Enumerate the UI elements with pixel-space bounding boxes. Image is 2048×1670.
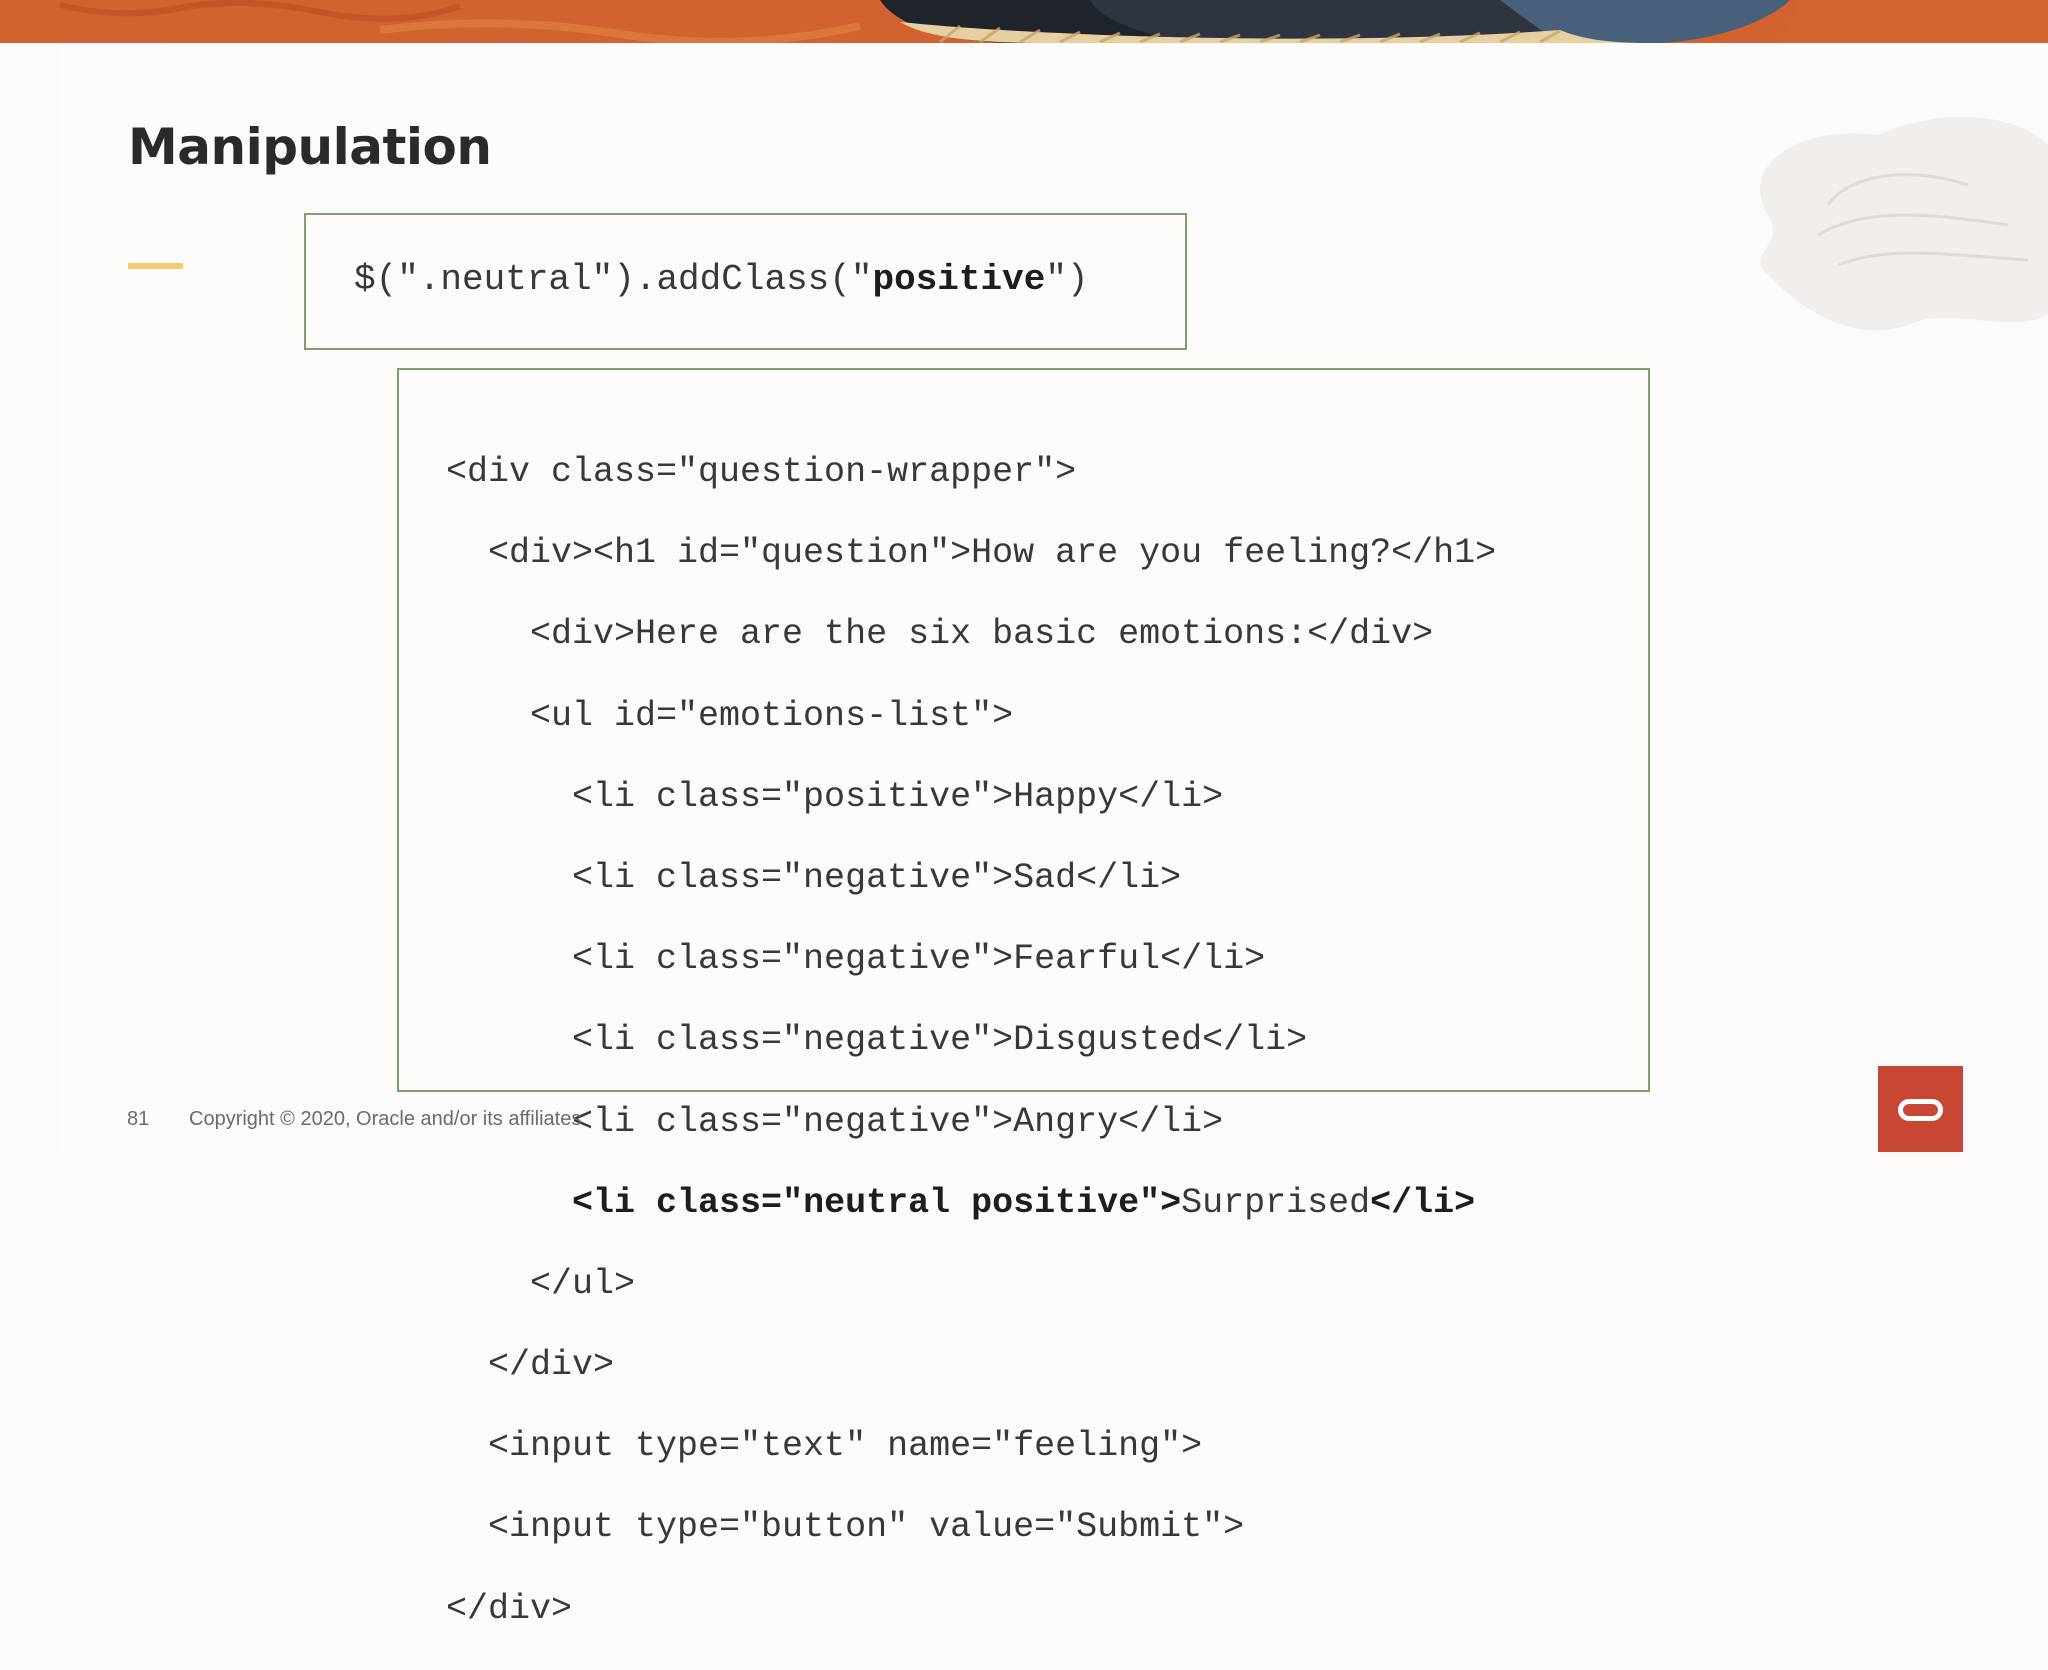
left-panel-tint <box>60 43 170 1152</box>
code-line: <li class="negative">Disgusted</li> <box>446 1020 1308 1061</box>
jquery-code-prefix: $(".neutral").addClass(" <box>354 259 873 300</box>
accent-bar <box>128 263 183 269</box>
jquery-code-suffix: ") <box>1045 259 1089 300</box>
highlighted-code-line: <li class="neutral positive">Surprised</… <box>446 1183 1648 1224</box>
code-line: <li class="negative">Sad</li> <box>446 857 1182 898</box>
oracle-logo-icon <box>1878 1066 1963 1152</box>
decorative-banner <box>0 0 2048 43</box>
highlight-indent <box>446 1183 572 1223</box>
code-line: <div>Here are the six basic emotions:</d… <box>446 614 1434 655</box>
page-number: 81 <box>127 1108 150 1130</box>
code-line: </div> <box>446 1588 573 1629</box>
code-line: <li class="negative">Fearful</li> <box>446 939 1266 980</box>
jquery-code-box: $(".neutral").addClass("positive") <box>304 213 1187 350</box>
jquery-code-emphasis: positive <box>872 259 1046 300</box>
code-line: <ul id="emotions-list"> <box>446 695 1014 736</box>
highlight-open-tag: <li class="neutral positive"> <box>572 1182 1182 1223</box>
highlight-close-tag: </li> <box>1370 1182 1476 1223</box>
html-code-box: <div class="question-wrapper"> <div><h1 … <box>397 368 1650 1629</box>
code-line: <input type="button" value="Submit"> <box>446 1507 1245 1548</box>
code-line: <li class="positive">Happy</li> <box>446 776 1224 817</box>
code-line: <div><h1 id="question">How are you feeli… <box>446 533 1497 574</box>
decorative-texture <box>1760 116 2048 331</box>
code-line: </ul> <box>446 1263 636 1304</box>
code-line: </div> <box>446 1345 615 1386</box>
copyright-notice: Copyright © 2020, Oracle and/or its affi… <box>189 1108 582 1130</box>
code-line: <li class="negative">Angry</li> <box>446 1101 1224 1142</box>
highlight-text: Surprised <box>1181 1182 1371 1223</box>
code-line: <input type="text" name="feeling"> <box>446 1426 1203 1467</box>
slide-title: Manipulation <box>128 118 492 176</box>
logo-ring <box>1898 1099 1943 1121</box>
code-line: <div class="question-wrapper"> <box>446 452 1077 492</box>
